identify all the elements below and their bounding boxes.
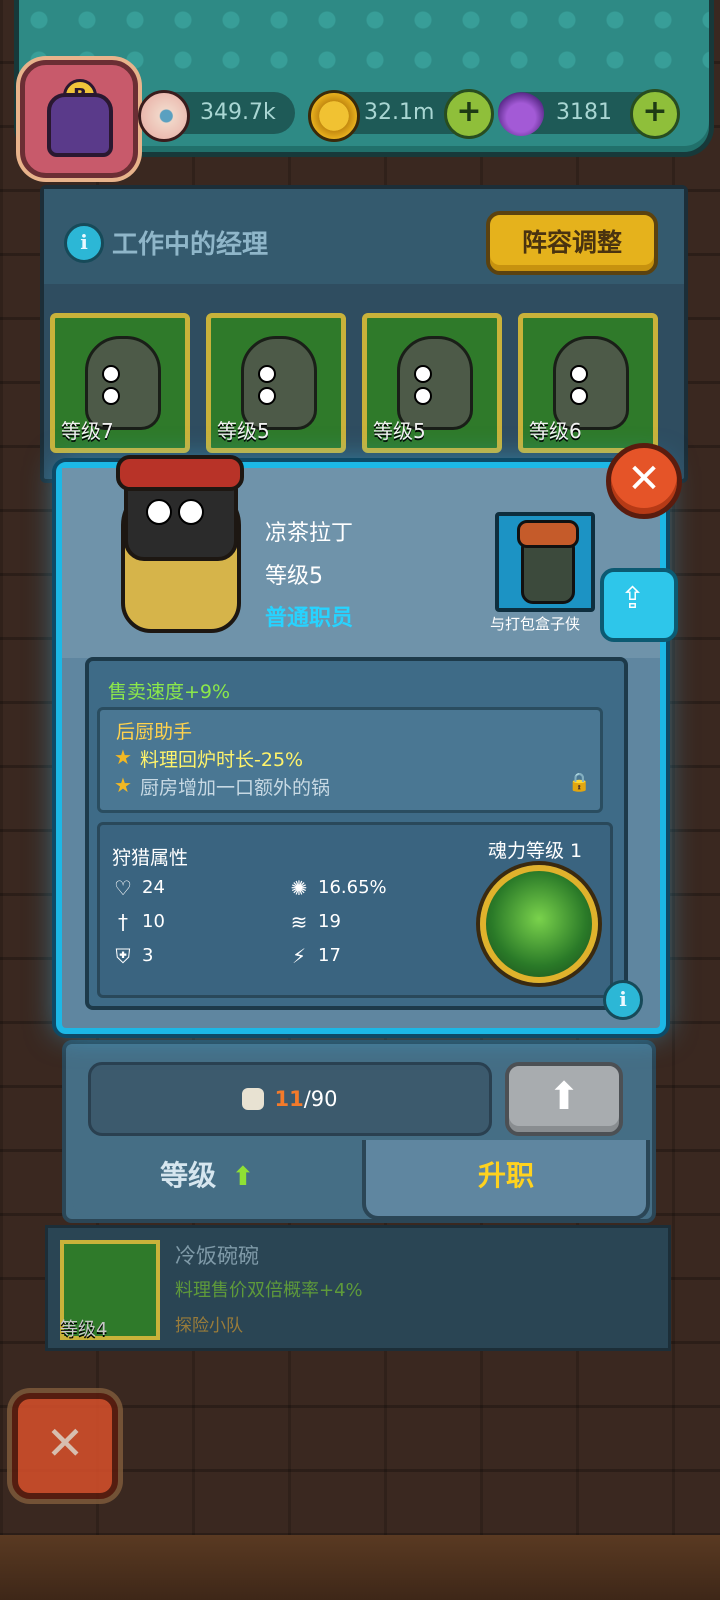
tab-promote[interactable]: 升职 bbox=[362, 1140, 650, 1220]
list-item-name: 冷饭碗碗 bbox=[175, 1244, 259, 1268]
close-button[interactable]: ✕ bbox=[606, 443, 682, 519]
star-icon: ★ bbox=[114, 745, 132, 769]
manager-slot-4[interactable]: 等级6 bbox=[518, 313, 658, 453]
progress-total: /90 bbox=[303, 1087, 338, 1111]
hunt-title: 狩猎属性 bbox=[112, 847, 189, 869]
manager-slot-1[interactable]: 等级7 bbox=[50, 313, 190, 453]
info-icon[interactable]: i bbox=[64, 223, 104, 263]
potion-icon bbox=[498, 90, 544, 136]
upgrade-progress: 11/90 bbox=[88, 1062, 492, 1136]
skill-line-1: 料理回炉时长-25% bbox=[140, 749, 304, 771]
list-item-team: 探险小队 bbox=[175, 1316, 243, 1336]
potion-currency: 3181 + bbox=[498, 89, 680, 139]
item-icon bbox=[242, 1088, 265, 1110]
soul-level-label: 魂力等级 1 bbox=[488, 840, 583, 862]
lightning-icon: ⚡ bbox=[291, 944, 307, 968]
manager-level: 等级6 bbox=[529, 419, 582, 443]
stat-crit: 16.65% bbox=[318, 877, 387, 898]
heart-icon: ♡ bbox=[114, 876, 132, 900]
stat-defense: 3 bbox=[142, 945, 154, 966]
lock-icon: 🔒 bbox=[568, 772, 591, 793]
progress-current: 11 bbox=[274, 1087, 304, 1111]
eyeball-icon bbox=[138, 90, 190, 142]
crit-icon: ✺ bbox=[290, 876, 308, 900]
skill-title: 后厨助手 bbox=[116, 721, 193, 743]
arrow-up-icon: ⬆ bbox=[548, 1074, 580, 1118]
arrow-up-green-icon: ⬆ bbox=[232, 1162, 254, 1192]
stat-hp: 24 bbox=[142, 877, 165, 898]
list-item-effect: 料理售价双倍概率+4% bbox=[175, 1280, 363, 1301]
close-icon: ✕ bbox=[627, 456, 661, 502]
close-icon: ✕ bbox=[45, 1416, 85, 1470]
share-icon: ⇪ bbox=[620, 581, 646, 616]
manager-portrait-large bbox=[96, 455, 266, 635]
soul-orb-icon[interactable] bbox=[480, 865, 598, 983]
bandana-icon bbox=[116, 455, 244, 491]
info-icon[interactable]: i bbox=[603, 980, 643, 1020]
bottom-close-button[interactable]: ✕ bbox=[12, 1393, 118, 1499]
add-coin-button[interactable]: + bbox=[444, 89, 494, 139]
coin-icon bbox=[308, 90, 360, 142]
add-potion-button[interactable]: + bbox=[630, 89, 680, 139]
manager-name: 凉茶拉丁 bbox=[265, 521, 354, 546]
managers-title: 工作中的经理 bbox=[112, 230, 269, 260]
dodge-icon: ≋ bbox=[290, 910, 308, 934]
manager-rank: 普通职员 bbox=[265, 606, 354, 631]
share-button[interactable]: ⇪ bbox=[600, 568, 678, 642]
skill-line-2: 厨房增加一口额外的锅 bbox=[140, 777, 331, 799]
partner-portrait[interactable] bbox=[495, 512, 595, 612]
shield-icon: ⛨ bbox=[115, 944, 131, 968]
tab-level[interactable]: 等级 ⬆ bbox=[72, 1140, 342, 1216]
eye-currency: 349.7k bbox=[138, 90, 295, 142]
manager-slot-3[interactable]: 等级5 bbox=[362, 313, 502, 453]
upgrade-button[interactable]: ⬆ bbox=[505, 1062, 623, 1136]
cake-icon bbox=[47, 93, 113, 157]
lineup-adjust-button[interactable]: 阵容调整 bbox=[486, 211, 658, 275]
stat-dodge: 19 bbox=[318, 911, 341, 932]
sword-icon: † bbox=[118, 910, 128, 934]
manager-slot-2[interactable]: 等级5 bbox=[206, 313, 346, 453]
stat-speed: 17 bbox=[318, 945, 341, 966]
stat-attack: 10 bbox=[142, 911, 165, 932]
coin-currency: 32.1m + bbox=[308, 89, 494, 142]
list-item-level: 等级4 bbox=[60, 1319, 108, 1340]
star-icon: ★ bbox=[114, 773, 132, 797]
manager-level: 等级5 bbox=[373, 419, 426, 443]
partner-label: 与打包盒子侠 bbox=[490, 615, 581, 633]
manager-level: 等级5 bbox=[217, 419, 270, 443]
manager-level-text: 等级5 bbox=[265, 564, 323, 589]
manager-level: 等级7 bbox=[61, 419, 114, 443]
floor bbox=[0, 1535, 720, 1600]
player-avatar[interactable]: B bbox=[20, 60, 138, 178]
sell-speed-bonus: 售卖速度+9% bbox=[108, 681, 231, 703]
